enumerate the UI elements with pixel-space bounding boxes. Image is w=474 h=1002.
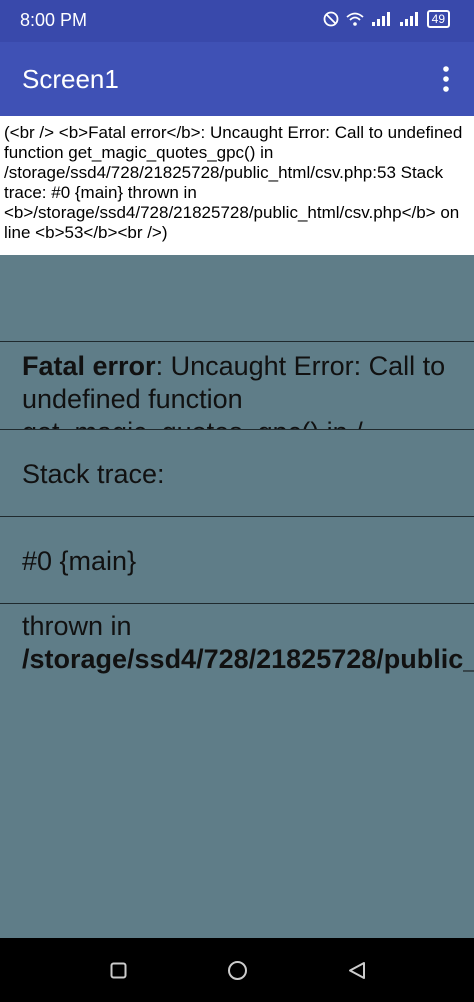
signal-icon: [371, 12, 390, 26]
list-item-text: thrown in: [22, 611, 132, 641]
error-message-text: (<br /> <b>Fatal error</b>: Uncaught Err…: [0, 116, 474, 255]
navigation-bar: [0, 938, 474, 1002]
do-not-disturb-icon: [323, 11, 339, 27]
list-item[interactable]: Stack trace:: [0, 429, 474, 516]
recents-icon[interactable]: [110, 962, 127, 979]
status-icons: 49: [323, 10, 450, 28]
list-item-text: Stack trace:: [22, 459, 165, 489]
status-time: 8:00 PM: [20, 10, 88, 30]
signal-icon-2: [399, 12, 418, 26]
list-item-bold: Fatal error: [22, 351, 156, 381]
battery-icon: 49: [426, 10, 450, 28]
app-title: Screen1: [22, 64, 119, 94]
list-item[interactable]: #0 {main}: [0, 516, 474, 603]
app-bar: Screen1: [0, 42, 474, 116]
back-icon[interactable]: [347, 961, 367, 980]
wifi-icon: [346, 12, 364, 26]
status-bar: 8:00 PM 49: [0, 0, 474, 42]
list-item-bold: /storage/ssd4/728/21825728/public_html/c…: [22, 644, 474, 674]
list-item-text: #0 {main}: [22, 546, 137, 576]
list-item[interactable]: Fatal error: Uncaught Error: Call to und…: [0, 341, 474, 429]
list-item[interactable]: thrown in /storage/ssd4/728/21825728/pub…: [0, 603, 474, 687]
more-vert-icon[interactable]: [434, 64, 458, 94]
home-icon[interactable]: [227, 960, 248, 981]
